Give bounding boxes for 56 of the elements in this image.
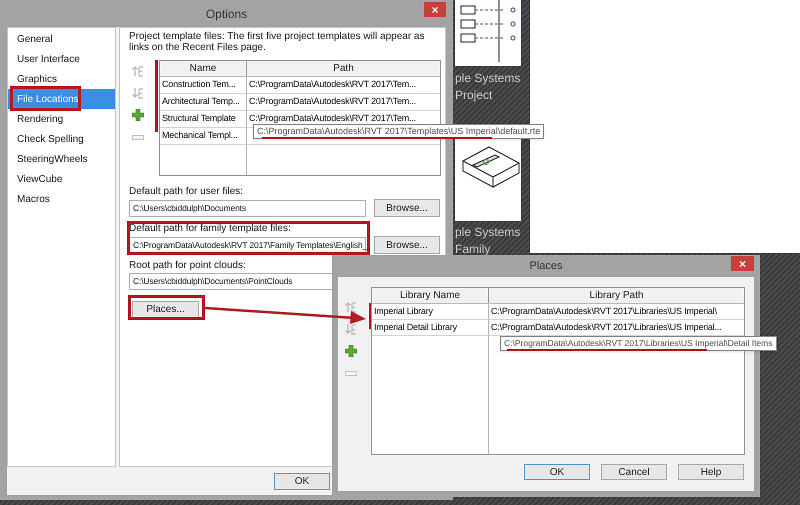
- plus-icon: [345, 345, 357, 357]
- path-field[interactable]: C:\Users\cbiddulph\Documents: [129, 200, 366, 216]
- browse-button[interactable]: Browse...: [374, 199, 440, 217]
- sidebar-item[interactable]: Check Spelling: [8, 129, 115, 149]
- close-button[interactable]: ×: [731, 256, 754, 271]
- column-header[interactable]: Path: [333, 61, 354, 76]
- sidebar-item[interactable]: ViewCube: [8, 169, 115, 189]
- caption-text[interactable]: Family: [455, 241, 520, 258]
- field-label: Default path for family template files:: [129, 223, 291, 235]
- caption-text[interactable]: ple Systems: [455, 70, 520, 87]
- minus-icon: [345, 370, 357, 376]
- table-cell[interactable]: C:\ProgramData\Autodesk\RVT 2017\Libraries\US Imperial...: [491, 320, 722, 334]
- caption-text[interactable]: Project: [455, 87, 520, 104]
- move-up-icon: [132, 65, 144, 77]
- table-cell[interactable]: Construction Tem...: [162, 78, 236, 92]
- highlight-bar: [155, 60, 158, 132]
- sidebar-item[interactable]: Macros: [8, 189, 115, 209]
- sidebar-item[interactable]: User Interface: [8, 49, 115, 69]
- close-button[interactable]: ×: [424, 2, 446, 17]
- field-label: Default path for user files:: [129, 186, 243, 198]
- sidebar-item[interactable]: Graphics: [8, 69, 115, 89]
- column-header[interactable]: Name: [190, 61, 216, 76]
- ok-button[interactable]: OK: [274, 472, 330, 490]
- move-down-icon: [345, 323, 357, 335]
- table-cell[interactable]: C:\ProgramData\Autodesk\RVT 2017\Tem...: [249, 78, 416, 92]
- table-cell[interactable]: Structural Template: [162, 112, 236, 126]
- column-header[interactable]: Library Name: [400, 288, 460, 303]
- dialog-button[interactable]: OK: [524, 464, 590, 480]
- table-cell[interactable]: C:\ProgramData\Autodesk\RVT 2017\Tem...: [249, 112, 416, 126]
- highlight-frame: [10, 86, 81, 111]
- sidebar-item[interactable]: SteeringWheels: [8, 149, 115, 169]
- dialog-button[interactable]: Help: [678, 464, 744, 480]
- dialog-button[interactable]: Cancel: [601, 464, 667, 480]
- table-cell[interactable]: Imperial Library: [374, 304, 433, 318]
- caption-text[interactable]: ple Systems: [455, 224, 520, 241]
- table-cell[interactable]: C:\ProgramData\Autodesk\RVT 2017\Tem...: [249, 95, 416, 109]
- column-header[interactable]: Library Path: [590, 288, 644, 303]
- table-cell[interactable]: Architectural Temp...: [162, 95, 240, 109]
- template-note: Project template files: The first five project templates will appear as links on the Recent Files page.: [129, 31, 426, 53]
- thumbnail-drawing: [455, 0, 521, 66]
- field-label: Root path for point clouds:: [129, 260, 246, 272]
- sidebar-item[interactable]: Rendering: [8, 109, 115, 129]
- table-cell[interactable]: Mechanical Templ...: [162, 129, 238, 143]
- path-field[interactable]: C:\ProgramData\Autodesk\RVT 2017\Family Templates\English_: [129, 236, 366, 254]
- sidebar-item[interactable]: General: [8, 29, 115, 49]
- window-title: Places: [529, 258, 563, 274]
- browse-button[interactable]: Browse...: [374, 236, 440, 254]
- plus-icon: [132, 109, 144, 121]
- move-down-icon: [132, 87, 144, 99]
- window-title: Options: [206, 6, 248, 22]
- table-cell[interactable]: C:\ProgramData\Autodesk\RVT 2017\Libraries\US Imperial\: [491, 304, 717, 318]
- table-cell[interactable]: Imperial Detail Library: [374, 320, 457, 334]
- minus-icon: [132, 134, 144, 140]
- tooltip: C:\ProgramData\Autodesk\RVT 2017\Libraries\US Imperial\Detail Items: [500, 336, 776, 351]
- move-up-icon: [345, 301, 357, 313]
- places-button[interactable]: Places...: [132, 301, 199, 318]
